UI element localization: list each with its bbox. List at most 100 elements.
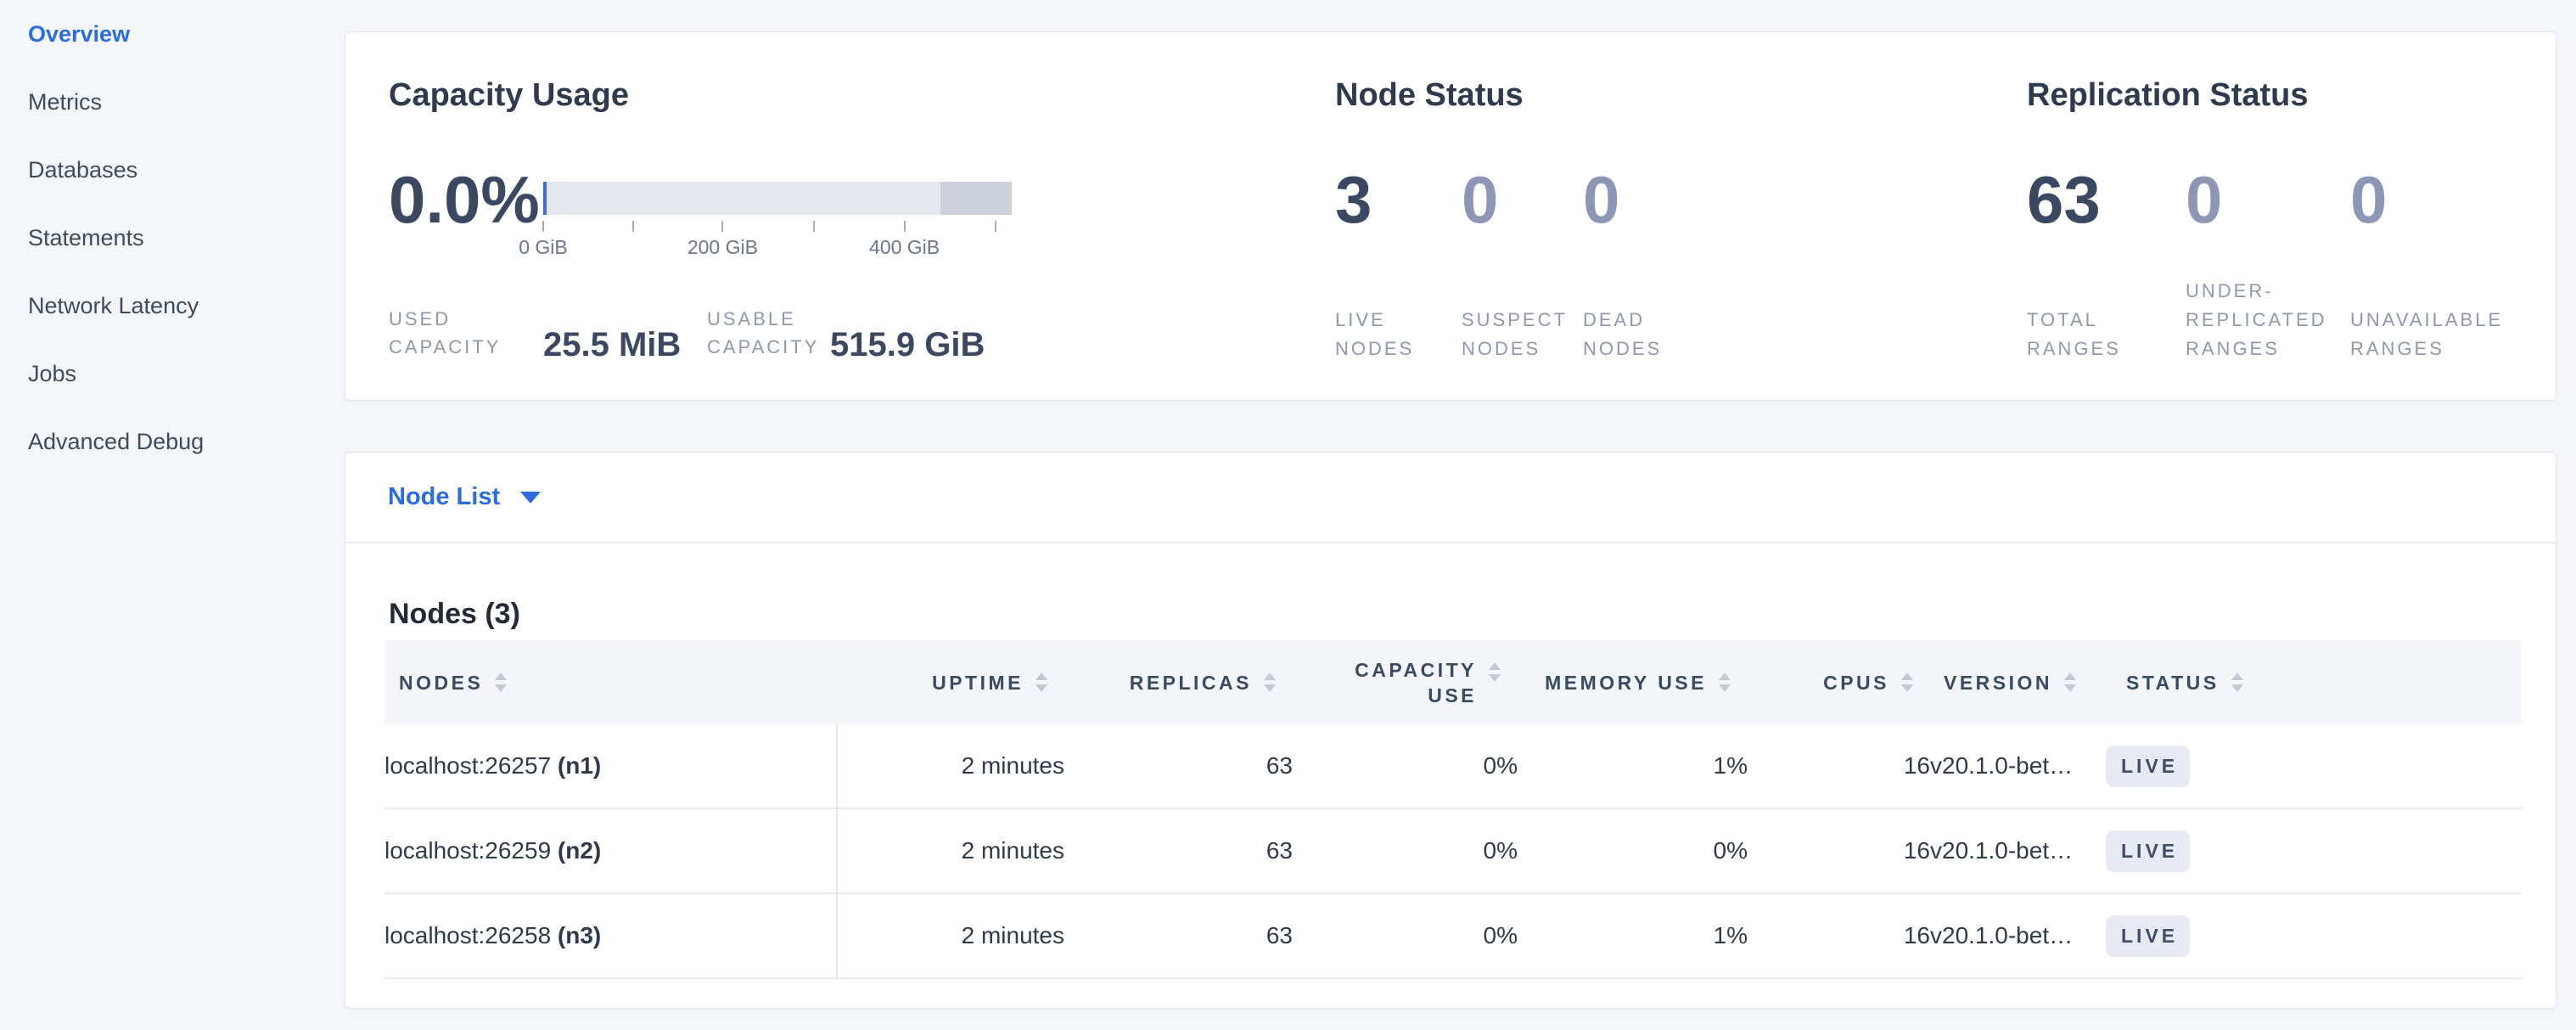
sort-icon (2231, 673, 2243, 692)
nodes-table-body: localhost:26257 (n1)2 minutes630%1%16v20… (384, 724, 2522, 978)
gauge-tick (995, 221, 996, 232)
capacity-gauge-used-marker (543, 182, 547, 215)
gauge-tick-label: 400 GiB (869, 236, 940, 259)
capacity-stat-value: 515.9 GiB (830, 328, 985, 362)
cell-status: LIVE (2106, 808, 2522, 893)
sidebar-item-jobs[interactable]: Jobs (0, 340, 345, 408)
replication-status-stats: 63TOTAL RANGES0UNDER- REPLICATED RANGES0… (2027, 166, 2545, 363)
col-header-label: CPUS (1823, 670, 1889, 695)
stat-value: 63 (2027, 166, 2186, 233)
stat: 0UNDER- REPLICATED RANGES (2186, 166, 2350, 363)
node-list-dropdown[interactable]: Node List (388, 483, 541, 511)
gauge-tick-label: 0 GiB (519, 236, 568, 259)
node-address[interactable]: localhost:26257 (384, 752, 551, 779)
capacity-gauge: 0 GiB200 GiB400 GiB (543, 182, 1012, 284)
stat: 3LIVE NODES (1335, 166, 1462, 363)
stat-label: DEAD NODES (1583, 306, 1727, 363)
col-header-inner: VERSION (1930, 640, 2106, 724)
capacity-stat-label: USED CAPACITY (389, 305, 543, 361)
capacity-stat-label: USABLE CAPACITY (707, 305, 830, 361)
cell-node: localhost:26258 (n3) (384, 893, 837, 978)
sort-up-arrow (1719, 673, 1731, 680)
col-header-inner: CAPACITY USE (1293, 640, 1518, 724)
cell-capacity_use: 0% (1293, 724, 1518, 808)
cell-cpus: 16 (1748, 893, 1930, 978)
stat: 0 UNAVAILABLE RANGES (2350, 166, 2545, 363)
sidebar-item-advanced-debug[interactable]: Advanced Debug (0, 408, 345, 476)
table-row[interactable]: localhost:26258 (n3)2 minutes630%1%16v20… (384, 893, 2522, 978)
capacity-stat-value: 25.5 MiB (543, 328, 707, 362)
gauge-tick (721, 221, 723, 232)
cell-version: v20.1.0-bet… (1930, 893, 2106, 978)
cell-status: LIVE (2106, 724, 2522, 808)
gauge-tick (542, 221, 544, 232)
col-header-memory_use[interactable]: MEMORY USE (1518, 640, 1748, 724)
node-id: (n1) (551, 752, 601, 779)
node-address[interactable]: localhost:26259 (384, 837, 551, 864)
sidebar-item-databases[interactable]: Databases (0, 136, 345, 204)
sort-down-arrow (1035, 684, 1047, 692)
col-header-node[interactable]: NODES (384, 640, 837, 724)
sort-icon (1489, 662, 1501, 682)
sort-down-arrow (1264, 684, 1276, 692)
col-header-status[interactable]: STATUS (2106, 640, 2522, 724)
stat-value: 0 (2186, 166, 2350, 233)
sidebar-item-statements[interactable]: Statements (0, 204, 345, 272)
cell-uptime: 2 minutes (837, 724, 1064, 808)
capacity-gauge-bar (543, 182, 1012, 215)
gauge-tick (813, 221, 815, 232)
nodes-table: NODES UPTIME REPLICASCAPACITY USE MEMORY US… (384, 640, 2522, 979)
cell-cpus: 16 (1748, 808, 1930, 893)
table-row[interactable]: localhost:26257 (n1)2 minutes630%1%16v20… (384, 724, 2522, 808)
sort-down-arrow (1489, 674, 1501, 682)
sort-up-arrow (2064, 673, 2076, 680)
col-header-label: UPTIME (932, 670, 1024, 695)
nodes-table-header-row: NODES UPTIME REPLICASCAPACITY USE MEMORY US… (384, 640, 2522, 724)
cell-replicas: 63 (1064, 808, 1293, 893)
col-header-uptime[interactable]: UPTIME (837, 640, 1064, 724)
col-header-label: VERSION (1944, 670, 2052, 695)
cluster-summary-card: Capacity Usage 0.0% 0 GiB200 GiB400 GiB … (345, 31, 2556, 401)
cell-uptime: 2 minutes (837, 808, 1064, 893)
cell-version: v20.1.0-bet… (1930, 808, 2106, 893)
status-badge: LIVE (2106, 830, 2190, 872)
sidebar-item-network-latency[interactable]: Network Latency (0, 272, 345, 340)
cell-replicas: 63 (1064, 893, 1293, 978)
gauge-tick-label: 200 GiB (687, 236, 758, 259)
node-status-title: Node Status (1335, 77, 1524, 114)
sort-icon (1264, 673, 1276, 692)
capacity-percent: 0.0% (389, 166, 540, 233)
cell-node: localhost:26259 (n2) (384, 808, 837, 893)
sort-down-arrow (495, 684, 507, 692)
stat: 63TOTAL RANGES (2027, 166, 2186, 363)
stat: 0DEAD NODES (1583, 166, 1727, 363)
col-header-label: STATUS (2126, 670, 2220, 695)
sort-down-arrow (2231, 684, 2243, 692)
cell-version: v20.1.0-bet… (1930, 724, 2106, 808)
cell-uptime: 2 minutes (837, 893, 1064, 978)
cell-cpus: 16 (1748, 724, 1930, 808)
node-address[interactable]: localhost:26258 (384, 922, 551, 948)
col-header-replicas[interactable]: REPLICAS (1064, 640, 1293, 724)
cell-memory_use: 1% (1518, 724, 1748, 808)
col-header-inner: MEMORY USE (1518, 640, 1748, 724)
sort-down-arrow (1719, 684, 1731, 692)
table-row[interactable]: localhost:26259 (n2)2 minutes630%0%16v20… (384, 808, 2522, 893)
node-status-stats: 3LIVE NODES0SUSPECT NODES0DEAD NODES (1335, 166, 1727, 363)
gauge-tick (632, 221, 634, 232)
col-header-label: MEMORY USE (1545, 670, 1707, 695)
node-id: (n3) (551, 922, 601, 948)
cell-capacity_use: 0% (1293, 893, 1518, 978)
sidebar-nav: OverviewMetricsDatabasesStatementsNetwor… (0, 0, 345, 476)
sort-down-arrow (1901, 684, 1913, 692)
col-header-version[interactable]: VERSION (1930, 640, 2106, 724)
col-header-cpus[interactable]: CPUS (1748, 640, 1930, 724)
node-list-bar: Node List (345, 453, 2556, 543)
col-header-inner: REPLICAS (1064, 640, 1293, 724)
sidebar-item-metrics[interactable]: Metrics (0, 68, 345, 136)
stat-value: 0 (2350, 166, 2545, 233)
col-header-inner: CPUS (1748, 640, 1930, 724)
stat-label: UNAVAILABLE RANGES (2350, 306, 2545, 363)
sidebar-item-overview[interactable]: Overview (0, 0, 345, 68)
col-header-capacity_use[interactable]: CAPACITY USE (1293, 640, 1518, 724)
